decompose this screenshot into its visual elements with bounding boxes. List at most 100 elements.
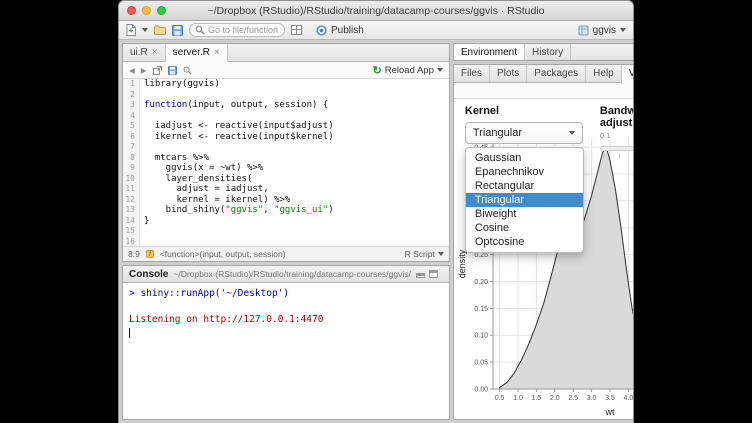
- code-line[interactable]: 11 adjust = iadjust,: [123, 184, 449, 195]
- document-type-selector[interactable]: R Script: [405, 249, 444, 259]
- tab-help[interactable]: Help: [586, 65, 622, 82]
- slider-handle[interactable]: [633, 141, 634, 152]
- console-input-line: > shiny::runApp('~/Desktop'): [129, 287, 443, 300]
- console-title[interactable]: Console: [129, 269, 168, 280]
- environment-tabbar: Environment History: [454, 44, 634, 61]
- console-message-line: Listening on http://127.0.0.1:4470: [129, 313, 443, 326]
- workspace-panes-icon[interactable]: [291, 25, 302, 35]
- kernel-option-epanechnikov[interactable]: Epanechnikov: [466, 165, 583, 179]
- tab-environment[interactable]: Environment: [454, 44, 525, 61]
- bandwidth-slider[interactable]: 0.1 2 1: [600, 138, 634, 164]
- project-caret-icon: [620, 28, 626, 32]
- minimize-window-button[interactable]: [142, 6, 151, 15]
- console-pane: Console ~/Dropbox (RStudio)/RStudio/trai…: [122, 265, 450, 420]
- code-line[interactable]: 7: [123, 142, 449, 153]
- code-line[interactable]: 9 ggvis(x = ~wt) %>%: [123, 163, 449, 174]
- function-scope-icon: f: [146, 250, 154, 258]
- slider-track[interactable]: [600, 146, 634, 151]
- code-line[interactable]: 5 iadjust <- reactive(input$adjust): [123, 121, 449, 132]
- code-editor[interactable]: 1library(ggvis)2 3function(input, output…: [123, 79, 449, 246]
- tab-label: Packages: [534, 68, 578, 79]
- kernel-option-gaussian[interactable]: Gaussian: [466, 151, 583, 165]
- code-line[interactable]: 2: [123, 90, 449, 101]
- new-file-icon[interactable]: [126, 24, 136, 36]
- code-line[interactable]: 16: [123, 237, 449, 247]
- console-pane-buttons: [416, 270, 443, 278]
- kernel-option-rectangular[interactable]: Rectangular: [466, 179, 583, 193]
- code-line[interactable]: 4: [123, 111, 449, 122]
- document-type-label: R Script: [405, 249, 435, 259]
- line-number: 4: [123, 111, 140, 122]
- kernel-select[interactable]: Triangular: [465, 122, 583, 144]
- tab-history[interactable]: History: [525, 44, 571, 61]
- kernel-label: Kernel: [465, 105, 583, 117]
- viewer-tabbar: FilesPlots Packages Help Viewer: [454, 65, 634, 83]
- svg-text:0.25: 0.25: [474, 252, 488, 259]
- select-caret-icon: [569, 131, 575, 135]
- maximize-pane-icon[interactable]: [429, 270, 438, 278]
- goto-file-input[interactable]: [208, 25, 279, 35]
- left-column: ui.R×server.R× ◀ ▶: [122, 43, 450, 420]
- code-line[interactable]: 10 layer_densities(: [123, 174, 449, 185]
- svg-text:1.5: 1.5: [531, 395, 541, 402]
- kernel-option-triangular[interactable]: Triangular: [466, 193, 583, 207]
- line-number: 9: [123, 163, 140, 174]
- forward-icon[interactable]: ▶: [141, 66, 147, 75]
- publish-button[interactable]: Publish: [316, 25, 364, 36]
- code-line[interactable]: 1library(ggvis): [123, 79, 449, 90]
- minimize-pane-icon[interactable]: [416, 273, 425, 278]
- code-line[interactable]: 3function(input, output, session) {: [123, 100, 449, 111]
- close-tab-icon[interactable]: ×: [214, 48, 220, 58]
- tab-label: Environment: [461, 47, 517, 58]
- editor-toolbar: ◀ ▶ ↻ Reload App: [123, 62, 449, 79]
- editor-tabbar: ui.R×server.R×: [123, 44, 449, 62]
- new-file-caret-icon[interactable]: [142, 28, 148, 32]
- kernel-option-cosine[interactable]: Cosine: [466, 221, 583, 235]
- code-line[interactable]: 14}: [123, 216, 449, 227]
- tab-packages[interactable]: Packages: [527, 65, 586, 82]
- kernel-option-optcosine[interactable]: Optcosine: [466, 235, 583, 249]
- environment-pane: Environment History: [453, 43, 634, 61]
- console-header: Console ~/Dropbox (RStudio)/RStudio/trai…: [123, 266, 449, 283]
- line-number: 3: [123, 100, 140, 111]
- console-output[interactable]: > shiny::runApp('~/Desktop') Listening o…: [123, 283, 449, 419]
- editor-status-bar: 8:9 f <function>(input, output, session)…: [123, 246, 449, 261]
- code-line[interactable]: 6 ikernel <- reactive(input$kernel): [123, 132, 449, 143]
- save-icon[interactable]: [172, 25, 183, 36]
- close-tab-icon[interactable]: ×: [152, 48, 158, 58]
- save-file-icon[interactable]: [168, 66, 177, 75]
- line-number: 10: [123, 174, 140, 185]
- tab-label: Viewer: [629, 68, 634, 79]
- bandwidth-control: Bandwidth adjustment 0.1 2 1: [600, 105, 634, 164]
- reload-caret-icon[interactable]: [437, 68, 443, 72]
- rstudio-window: ~/Dropbox (RStudio)/RStudio/training/dat…: [118, 0, 634, 423]
- close-window-button[interactable]: [127, 6, 136, 15]
- find-icon[interactable]: [183, 66, 192, 75]
- code-line[interactable]: 13 bind_shiny("ggvis", "ggvis_ui"): [123, 205, 449, 216]
- tab-files[interactable]: Files: [454, 65, 490, 82]
- reload-app-button[interactable]: ↻ Reload App: [373, 64, 443, 77]
- project-selector[interactable]: ggvis: [578, 25, 626, 36]
- main-toolbar: Publish ggvis: [119, 21, 633, 40]
- code-line[interactable]: 15: [123, 226, 449, 237]
- line-number: 6: [123, 132, 140, 143]
- reload-icon: ↻: [373, 64, 382, 77]
- popout-icon[interactable]: [153, 66, 162, 75]
- doc-type-caret-icon: [438, 252, 444, 256]
- code-line[interactable]: 12 kernel = ikernel) %>%: [123, 195, 449, 206]
- kernel-option-biweight[interactable]: Biweight: [466, 207, 583, 221]
- scope-context[interactable]: <function>(input, output, session): [160, 249, 286, 259]
- viewer-pane: FilesPlots Packages Help Viewer Kernel: [453, 64, 634, 420]
- titlebar[interactable]: ~/Dropbox (RStudio)/RStudio/training/dat…: [119, 1, 633, 21]
- line-number: 5: [123, 121, 140, 132]
- open-folder-icon[interactable]: [154, 25, 166, 35]
- editor-tab-ui-r[interactable]: ui.R×: [123, 44, 166, 61]
- console-prompt-line[interactable]: [129, 326, 443, 339]
- tab-viewer[interactable]: Viewer: [622, 65, 634, 83]
- publish-icon: [316, 25, 327, 36]
- back-icon[interactable]: ◀: [129, 66, 135, 75]
- code-line[interactable]: 8 mtcars %>%: [123, 153, 449, 164]
- editor-tab-server-r[interactable]: server.R×: [166, 44, 228, 62]
- zoom-window-button[interactable]: [157, 6, 166, 15]
- tab-plots[interactable]: Plots: [490, 65, 527, 82]
